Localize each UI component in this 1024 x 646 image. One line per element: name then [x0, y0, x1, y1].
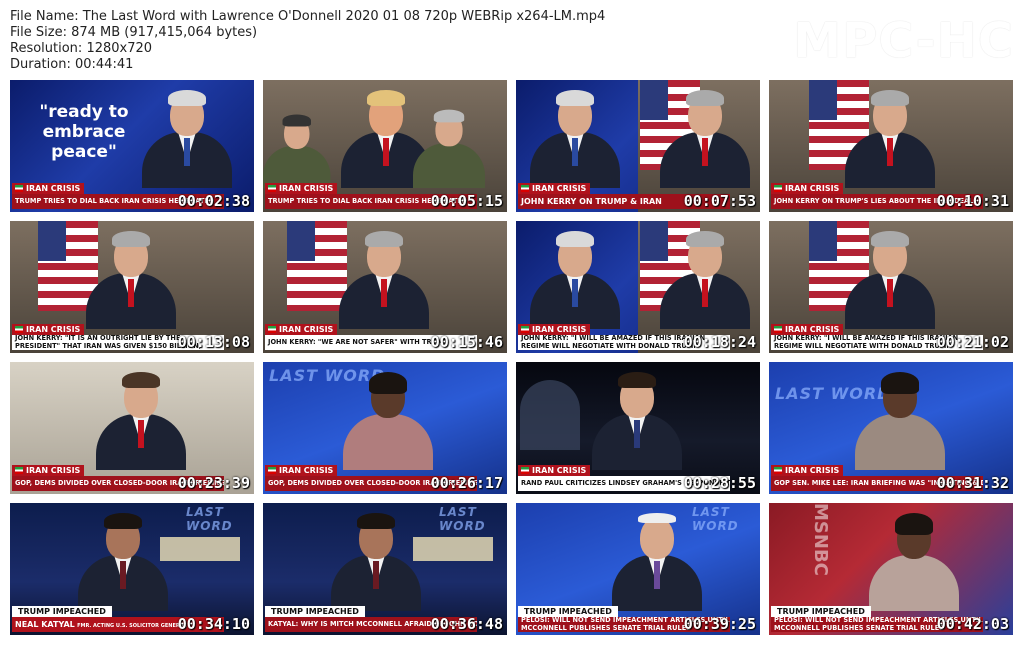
thumbnail: LAST WORD TRUMP IMPEACHED NEAL KATYAL FM… — [10, 503, 254, 635]
file-name: File Name: The Last Word with Lawrence O… — [10, 9, 606, 24]
duration: Duration: 00:44:41 — [10, 57, 134, 72]
timestamp: 00:26:17 — [430, 474, 503, 492]
crisis-tag: IRAN CRISIS — [12, 465, 85, 476]
timestamp: 00:10:31 — [936, 192, 1009, 210]
timestamp: 00:05:15 — [430, 192, 503, 210]
timestamp: 00:18:24 — [683, 333, 756, 351]
thumbnail: IRAN CRISIS JOHN KERRY: "I WILL BE AMAZE… — [516, 221, 760, 353]
timestamp: 00:34:10 — [177, 615, 250, 633]
thumbnail: IRAN CRISIS GOP, DEMS DIVIDED OVER CLOSE… — [10, 362, 254, 494]
thumbnail: LAST WORD IRAN CRISIS GOP, DEMS DIVIDED … — [263, 362, 507, 494]
network-wall: MSNBC — [810, 503, 831, 576]
thumbnail: IRAN CRISIS RAND PAUL CRITICIZES LINDSEY… — [516, 362, 760, 494]
guest-name: NEAL KATYAL — [15, 620, 75, 629]
thumbnail: LAST WORD TRUMP IMPEACHED PELOSI: WILL N… — [516, 503, 760, 635]
crisis-tag: IRAN CRISIS — [265, 465, 338, 476]
thumbnail: IRAN CRISIS JOHN KERRY: "I WILL BE AMAZE… — [769, 221, 1013, 353]
timestamp: 00:39:25 — [683, 615, 756, 633]
thumbnail: MSNBC TRUMP IMPEACHED PELOSI: WILL NOT S… — [769, 503, 1013, 635]
timestamp: 00:23:39 — [177, 474, 250, 492]
timestamp: 00:28:55 — [683, 474, 756, 492]
file-info-panel: File Name: The Last Word with Lawrence O… — [10, 9, 605, 73]
thumbnail: LAST WORD TRUMP IMPEACHED KATYAL: WHY IS… — [263, 503, 507, 635]
crisis-tag: IRAN CRISIS — [265, 324, 338, 335]
impeached-tag: TRUMP IMPEACHED — [771, 606, 871, 617]
timestamp: 00:42:03 — [936, 615, 1009, 633]
resolution: Resolution: 1280x720 — [10, 41, 153, 56]
guest-title: FMR. ACTING U.S. SOLICITOR GENERAL — [77, 623, 187, 629]
thumbnail-grid: "ready to embrace peace" IRAN CRISIS TRU… — [10, 80, 1014, 636]
crisis-tag: IRAN CRISIS — [518, 183, 591, 194]
crisis-tag: IRAN CRISIS — [771, 183, 844, 194]
impeached-tag: TRUMP IMPEACHED — [518, 606, 618, 617]
timestamp: 00:36:48 — [430, 615, 503, 633]
crisis-tag: IRAN CRISIS — [12, 183, 85, 194]
mpc-hc-logo: MPC-HC — [793, 13, 1014, 69]
thumbnail: IRAN CRISIS JOHN KERRY: "WE ARE NOT SAFE… — [263, 221, 507, 353]
thumbnail: IRAN CRISIS JOHN KERRY ON TRUMP'S LIES A… — [769, 80, 1013, 212]
crisis-tag: IRAN CRISIS — [518, 324, 591, 335]
show-logo: LAST WORD — [439, 505, 486, 533]
timestamp: 00:15:46 — [430, 333, 503, 351]
thumbnail: IRAN CRISIS JOHN KERRY: "IT IS AN OUTRIG… — [10, 221, 254, 353]
thumbnail: IRAN CRISIS JOHN KERRY ON TRUMP & IRAN 0… — [516, 80, 760, 212]
crisis-tag: IRAN CRISIS — [518, 465, 591, 476]
timestamp: 00:21:02 — [936, 333, 1009, 351]
thumbnail: IRAN CRISIS TRUMP TRIES TO DIAL BACK IRA… — [263, 80, 507, 212]
crisis-tag: IRAN CRISIS — [265, 183, 338, 194]
timestamp: 00:13:08 — [177, 333, 250, 351]
timestamp: 00:31:32 — [936, 474, 1009, 492]
timestamp: 00:02:38 — [177, 192, 250, 210]
impeached-tag: TRUMP IMPEACHED — [12, 606, 112, 617]
impeached-tag: TRUMP IMPEACHED — [265, 606, 365, 617]
crisis-tag: IRAN CRISIS — [12, 324, 85, 335]
quote-text: "ready to embrace peace" — [39, 102, 129, 162]
thumbnail: "ready to embrace peace" IRAN CRISIS TRU… — [10, 80, 254, 212]
show-logo: LAST WORD — [186, 505, 233, 533]
crisis-tag: IRAN CRISIS — [771, 465, 844, 476]
crisis-tag: IRAN CRISIS — [771, 324, 844, 335]
show-logo: LAST WORD — [692, 505, 739, 533]
file-size: File Size: 874 MB (917,415,064 bytes) — [10, 25, 258, 40]
timestamp: 00:07:53 — [683, 192, 756, 210]
thumbnail: LAST WORD IRAN CRISIS GOP SEN. MIKE LEE:… — [769, 362, 1013, 494]
